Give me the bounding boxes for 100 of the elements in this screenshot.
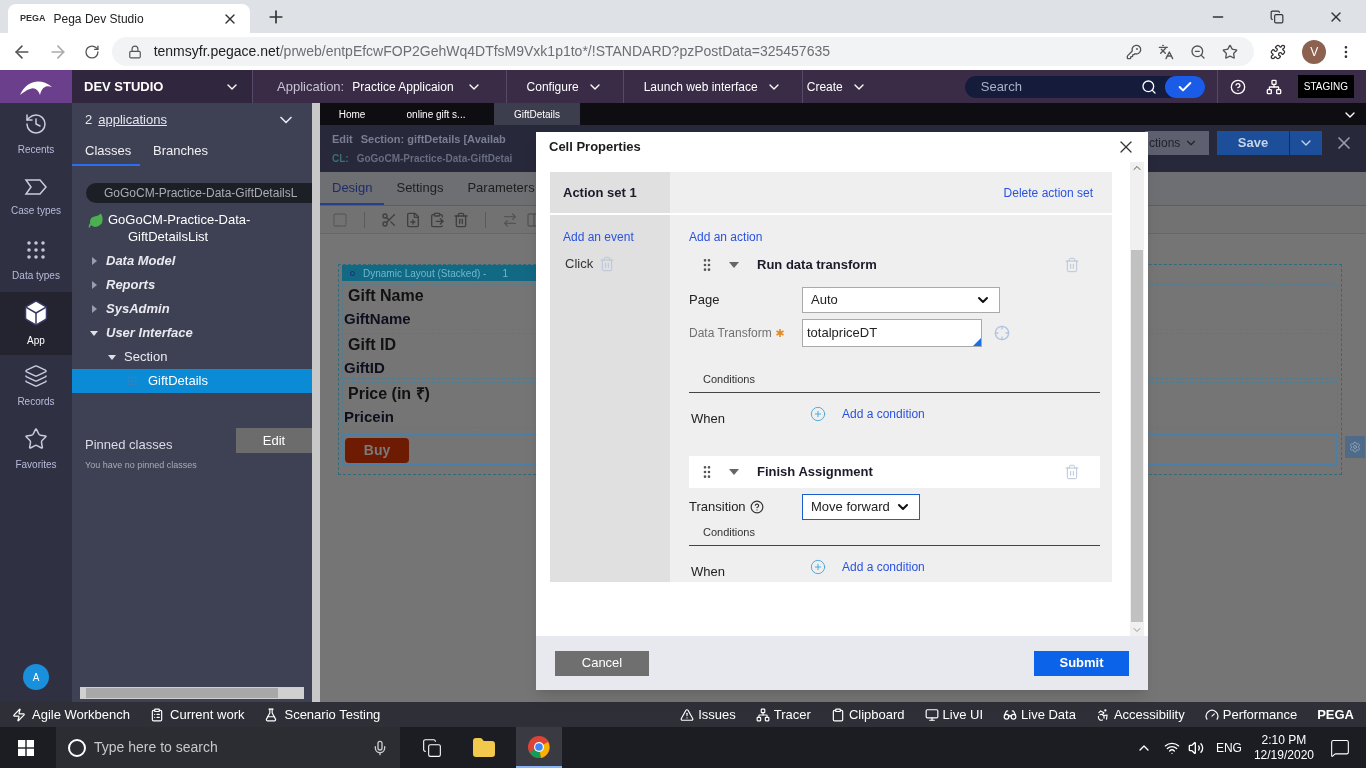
user-avatar[interactable]: A xyxy=(23,664,49,690)
browser-tab[interactable]: PEGA Pega Dev Studio xyxy=(8,4,250,33)
workspace-tab[interactable]: GiftDetails xyxy=(494,103,580,125)
history-icon xyxy=(24,112,48,136)
toolbar-item[interactable]: Agile Workbench xyxy=(12,704,131,725)
tree-item[interactable]: SysAdmin xyxy=(72,297,312,321)
horizontal-scrollbar[interactable] xyxy=(80,687,304,699)
cancel-button[interactable]: Cancel xyxy=(555,650,649,676)
clock[interactable]: 2:10 PM 12/19/2020 xyxy=(1253,732,1314,763)
tree-item[interactable]: Reports xyxy=(72,273,312,297)
taskbar-app[interactable] xyxy=(516,727,562,768)
toolbar-item[interactable]: Accessibility xyxy=(1095,704,1185,725)
extensions-icon[interactable] xyxy=(1270,43,1287,60)
cell-settings-button[interactable] xyxy=(1345,436,1365,458)
header-menu[interactable]: Create xyxy=(802,70,883,103)
toolbar-item[interactable]: Issues xyxy=(680,704,736,725)
add-event-link[interactable]: Add an event xyxy=(563,228,670,246)
class-field[interactable]: GoGoCM-Practice-Data-GiftDetailsL xyxy=(86,183,312,203)
rail-item[interactable]: Favorites xyxy=(0,418,72,481)
accessibility-icon xyxy=(1095,707,1110,722)
action-header[interactable]: Finish Assignment xyxy=(689,456,1100,488)
toolbar-item[interactable]: Performance xyxy=(1204,704,1298,725)
search-icon xyxy=(1140,78,1157,95)
submit-search-button[interactable] xyxy=(1164,75,1205,98)
warning-icon xyxy=(680,707,695,722)
layers-icon xyxy=(24,364,48,388)
notifications-icon[interactable] xyxy=(1330,737,1350,758)
tree-item[interactable]: Section xyxy=(72,345,312,369)
language-indicator[interactable]: ENG xyxy=(1215,738,1242,757)
field-label: Transition xyxy=(689,497,802,517)
application-count: 2 xyxy=(85,111,93,130)
add-action-link[interactable]: Add an action xyxy=(689,228,1100,246)
toolbar-item[interactable]: Live UI xyxy=(924,704,983,725)
nodes-icon xyxy=(755,707,770,722)
toolbar-item[interactable]: Current work xyxy=(150,704,245,725)
brand-label: PEGA xyxy=(1317,705,1354,724)
empty-message: You have no pinned classes xyxy=(84,458,198,472)
text-field[interactable]: totalpriceDT xyxy=(802,319,982,347)
url-text: tenmsyfr.pegace.net/prweb/entpEfcwFOP2GehWq4DTfsM9Vxk1p1to*/!STANDARD?pzPostData=325457635 xyxy=(153,42,830,61)
translate-icon[interactable] xyxy=(1158,43,1175,60)
taskbar-search-field[interactable]: Type here to search xyxy=(56,727,400,768)
edit-button[interactable]: Edit xyxy=(236,428,312,454)
field-value: Pricein xyxy=(344,406,395,427)
nodes-icon[interactable] xyxy=(1265,78,1282,95)
workspace-tab[interactable]: Home xyxy=(320,103,384,125)
search-field[interactable]: Search xyxy=(964,75,1205,98)
select-field[interactable]: Auto xyxy=(802,287,1000,313)
rail-item[interactable]: Records xyxy=(0,355,72,418)
applications-link[interactable]: applications xyxy=(98,110,167,130)
tree-item[interactable]: Data Model xyxy=(72,249,312,273)
toolbar-item[interactable]: Tracer xyxy=(755,704,811,725)
save-button[interactable]: Save xyxy=(1217,131,1289,155)
field-label: Gift Name xyxy=(348,285,424,306)
delete-action-set-link[interactable]: Delete action set xyxy=(1003,183,1093,202)
action-set-title: Action set 1 xyxy=(563,183,637,202)
folder-icon[interactable] xyxy=(472,735,496,760)
edit-label: Edit xyxy=(332,132,353,147)
key-icon[interactable] xyxy=(1126,43,1143,60)
task-view-icon[interactable] xyxy=(422,737,442,758)
select-field[interactable]: Move forward xyxy=(802,494,920,520)
field-label: Gift ID xyxy=(348,334,396,355)
help-icon[interactable] xyxy=(1229,78,1246,95)
add-condition-link[interactable]: Add a condition xyxy=(842,405,925,424)
reload-icon[interactable] xyxy=(83,43,100,60)
panel-tab[interactable]: Branches xyxy=(140,137,221,166)
tree-item[interactable]: GiftDetails xyxy=(72,369,312,393)
add-condition-link[interactable]: Add a condition xyxy=(842,558,925,577)
profile-avatar[interactable]: V xyxy=(1302,39,1327,64)
gear-icon xyxy=(1349,441,1361,453)
toolbar-item[interactable]: Live Data xyxy=(1003,704,1076,725)
panel-tab[interactable]: Classes xyxy=(72,137,140,166)
action-header[interactable]: Run data transform xyxy=(689,249,1100,281)
conditions-heading: Conditions xyxy=(703,373,755,385)
rail-item[interactable]: App xyxy=(0,292,72,355)
star-icon xyxy=(24,427,48,451)
rule-title: Section: giftDetails [Availab xyxy=(360,132,506,147)
restore-icon[interactable] xyxy=(1270,9,1284,24)
logo-area[interactable] xyxy=(0,70,72,103)
toolbar-item[interactable]: Clipboard xyxy=(830,704,905,725)
studio-switcher[interactable]: DEV STUDIO xyxy=(72,70,252,103)
tree-item[interactable]: User Interface xyxy=(72,321,312,345)
volume-icon[interactable] xyxy=(1187,739,1204,756)
bookmark-icon[interactable] xyxy=(1222,43,1239,60)
rail-item[interactable]: Data types xyxy=(0,229,72,292)
caret-icon xyxy=(729,468,739,476)
address-bar[interactable]: tenmsyfr.pegace.net/prweb/entpEfcwFOP2GehWq4DTfsM9Vxk1p1to*/!STANDARD?pzPostData=325457635 xyxy=(111,37,1255,66)
rail-item[interactable]: Recents xyxy=(0,103,72,166)
workspace-tab[interactable]: online gift s... xyxy=(384,103,488,125)
dialog-title: Cell Properties xyxy=(549,138,641,157)
submit-button[interactable]: Submit xyxy=(1034,650,1129,676)
windows-icon[interactable] xyxy=(18,739,34,756)
zoom-out-icon[interactable] xyxy=(1190,43,1207,60)
action-title: Finish Assignment xyxy=(757,463,873,482)
flask-icon xyxy=(264,707,279,722)
toolbar-item[interactable]: Scenario Testing xyxy=(264,704,381,725)
pinned-classes-heading: Pinned classes xyxy=(85,436,173,454)
environment-badge: STAGING xyxy=(1297,75,1354,98)
rail-item[interactable]: Case types xyxy=(0,166,72,229)
dots-grid-icon xyxy=(24,238,48,262)
microphone-icon[interactable] xyxy=(372,739,388,756)
